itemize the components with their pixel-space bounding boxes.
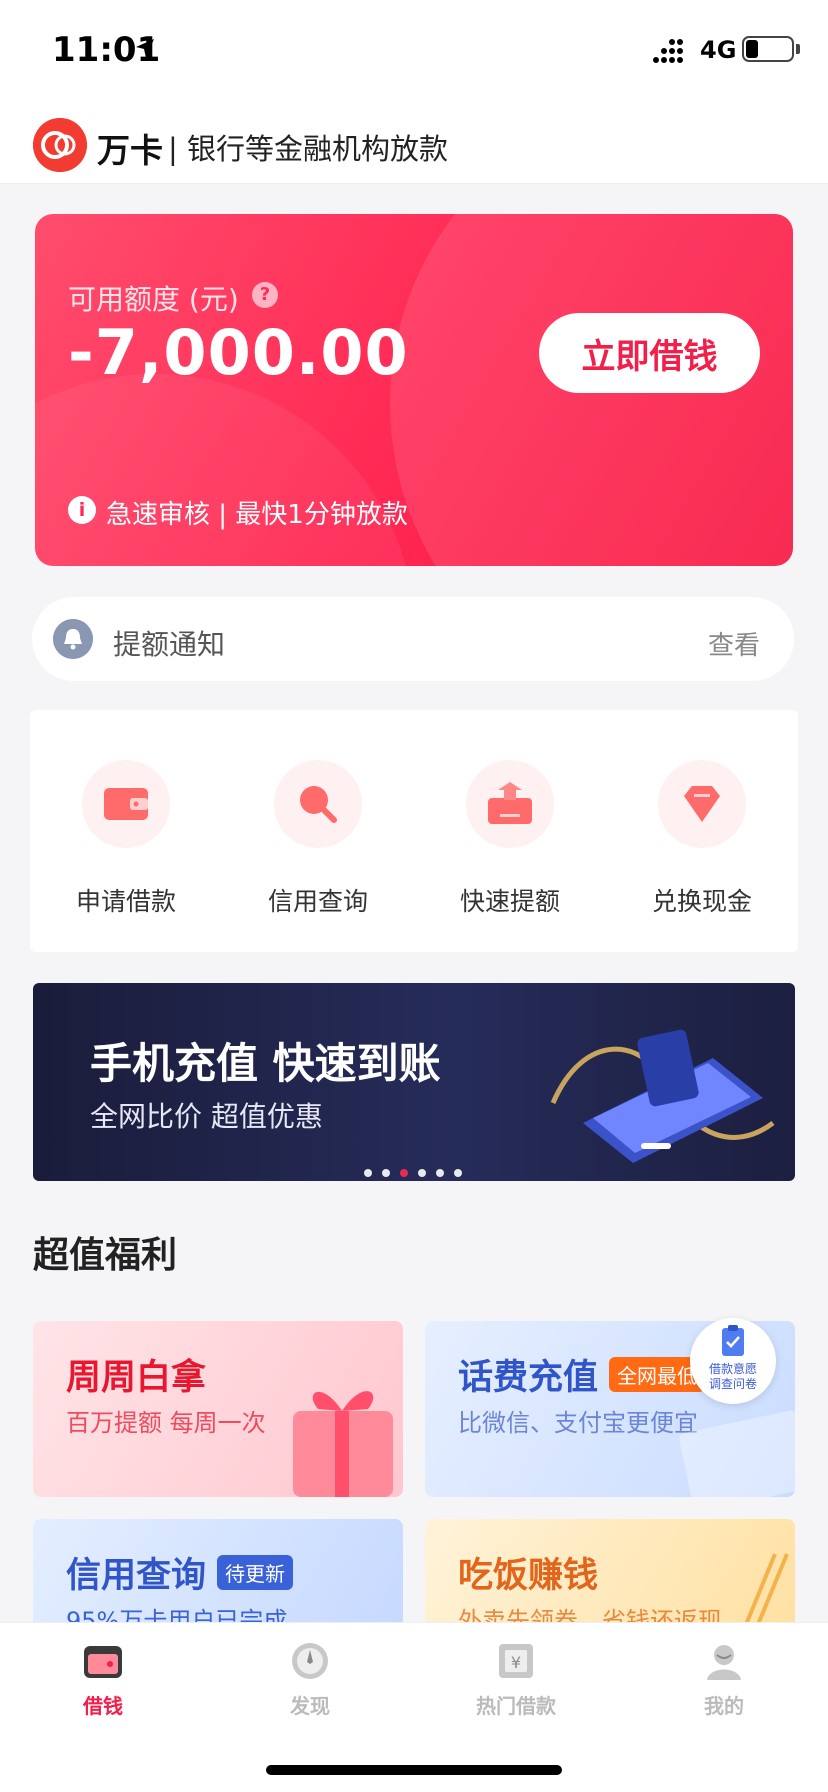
quick-action-label: 申请借款	[75, 887, 176, 916]
tab-label: 我的	[704, 1694, 744, 1718]
tile-title: 话费充值	[458, 1358, 599, 1398]
compass-icon	[292, 1643, 328, 1679]
gift-icon	[293, 1391, 393, 1497]
quota-value: -7,000.00	[68, 316, 409, 389]
network-label: 4G	[700, 36, 737, 64]
benefit-tile-weekly-free[interactable]: 周周白拿 百万提额 每周一次	[33, 1321, 403, 1497]
banner-subtitle: 全网比价 超值优惠	[90, 1100, 323, 1133]
upload-icon	[466, 760, 554, 848]
tile-tag: 待更新	[217, 1555, 293, 1590]
quick-action-label: 信用查询	[267, 887, 368, 916]
wallet-icon	[82, 760, 170, 848]
quick-action-credit-query[interactable]: 信用查询	[243, 760, 393, 918]
tile-title: 周周白拿	[66, 1358, 207, 1398]
survey-float-button[interactable]: 借款意愿 调查问卷	[690, 1318, 776, 1404]
battery-cap	[796, 44, 800, 54]
tab-label: 热门借款	[476, 1694, 556, 1718]
wallet-icon	[84, 1646, 122, 1678]
quick-action-label: 快速提额	[459, 887, 560, 916]
tile-subtitle: 百万提额 每周一次	[66, 1409, 266, 1437]
approval-info: 急速审核 | 最快1分钟放款	[106, 500, 408, 530]
battery-level	[746, 40, 758, 58]
quick-action-apply-loan[interactable]: 申请借款	[51, 760, 201, 918]
tab-label: 发现	[290, 1694, 330, 1718]
tab-label: 借钱	[83, 1694, 123, 1718]
diamond-icon	[658, 760, 746, 848]
notice-text: 提额通知	[113, 628, 226, 661]
carousel-indicator	[364, 1162, 472, 1177]
tab-borrow[interactable]: 借钱	[43, 1640, 163, 1719]
survey-line1: 借款意愿	[708, 1362, 757, 1376]
signal-icon	[653, 39, 683, 63]
quick-action-label: 兑换现金	[651, 887, 752, 916]
quick-action-raise-limit[interactable]: 快速提额	[435, 760, 585, 918]
carousel-dot	[436, 1169, 444, 1177]
borrow-now-button[interactable]: 立即借钱	[539, 313, 760, 393]
svg-text:¥: ¥	[511, 1653, 521, 1672]
yen-doc-icon: ¥	[499, 1644, 533, 1678]
brand-tagline: | 银行等金融机构放款	[168, 132, 448, 166]
carousel-dot-active	[400, 1169, 408, 1177]
survey-line2: 调查问卷	[708, 1377, 757, 1391]
carousel-dot	[454, 1169, 462, 1177]
tile-title: 信用查询	[66, 1556, 207, 1596]
bell-icon	[53, 619, 93, 659]
tile-subtitle: 比微信、支付宝更便宜	[458, 1409, 698, 1437]
carousel-dot	[364, 1169, 372, 1177]
tab-mine[interactable]: 我的	[664, 1640, 784, 1719]
info-icon: i	[68, 496, 96, 524]
carousel-dot	[418, 1169, 426, 1177]
notice-view-link[interactable]: 查看	[708, 625, 760, 662]
help-icon[interactable]: ?	[252, 282, 278, 308]
brand-name: 万卡	[97, 131, 163, 170]
decor-circle	[35, 374, 415, 566]
chopsticks-icon	[743, 1553, 789, 1628]
quota-label: 可用额度 (元)	[68, 283, 239, 316]
carousel-dot	[382, 1169, 390, 1177]
tab-discover[interactable]: 发现	[250, 1640, 370, 1719]
user-icon	[707, 1645, 741, 1680]
section-title: 超值福利	[33, 1235, 178, 1276]
home-indicator	[266, 1765, 562, 1775]
quick-action-exchange-cash[interactable]: 兑换现金	[627, 760, 777, 918]
clipboard-icon	[722, 1325, 744, 1356]
tab-hot-loans[interactable]: ¥ 热门借款	[456, 1640, 576, 1719]
tile-title: 吃饭赚钱	[458, 1556, 599, 1596]
phone-recharge-illustration	[550, 1029, 775, 1163]
app-logo-icon	[33, 118, 87, 172]
magnifier-icon	[274, 760, 362, 848]
banner-title: 手机充值 快速到账	[90, 1039, 441, 1088]
location-arrow-icon	[136, 39, 154, 58]
